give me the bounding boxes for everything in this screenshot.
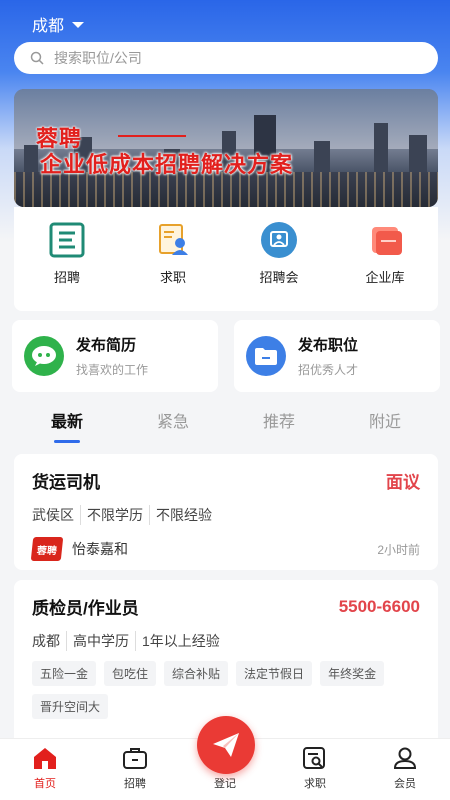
- job-requirements: 武侯区 不限学历 不限经验: [32, 505, 420, 525]
- search-input[interactable]: [54, 50, 438, 66]
- banner-headline: 企业低成本招聘解决方案: [40, 152, 294, 177]
- job-experience: 1年以上经验: [135, 631, 220, 651]
- tabbar-jobseek[interactable]: 求职: [270, 739, 360, 800]
- tabbar-label: 首页: [34, 778, 56, 790]
- job-education: 不限学历: [80, 505, 143, 525]
- tabbar-label: 招聘: [124, 778, 146, 790]
- quick-entry-jobseek[interactable]: 求职: [120, 207, 226, 311]
- tabbar-recruit[interactable]: 招聘: [90, 739, 180, 800]
- tabbar-label: 会员: [394, 778, 416, 790]
- city-label: 成都: [32, 18, 65, 35]
- search-bar[interactable]: [14, 42, 438, 74]
- job-location: 武侯区: [32, 507, 74, 523]
- chevron-down-icon: [72, 22, 85, 28]
- benefit-tag: 五险一金: [32, 661, 97, 686]
- job-salary: 面议: [386, 473, 420, 492]
- quick-entry-label: 企业库: [365, 270, 405, 285]
- paper-plane-icon: [213, 733, 239, 757]
- job-education: 高中学历: [66, 631, 129, 651]
- publish-resume-title: 发布简历: [76, 337, 137, 354]
- publish-resume-subtitle: 找喜欢的工作: [76, 363, 149, 377]
- tab-nearby[interactable]: 附近: [332, 404, 438, 444]
- briefcase-icon: [121, 745, 149, 771]
- quick-entry-job-fair[interactable]: 招聘会: [226, 207, 332, 311]
- folder-icon: [246, 336, 286, 376]
- promo-banner[interactable]: 蓉聘 企业低成本招聘解决方案: [14, 89, 438, 207]
- quick-entry-label: 招聘: [53, 270, 80, 285]
- job-experience: 不限经验: [149, 505, 212, 525]
- quick-entry-recruit[interactable]: 招聘: [14, 207, 120, 311]
- publish-resume-card[interactable]: 发布简历 找喜欢的工作: [12, 320, 218, 392]
- job-location: 成都: [32, 633, 60, 649]
- tab-recommended[interactable]: 推荐: [226, 404, 332, 444]
- job-requirements: 成都 高中学历 1年以上经验: [32, 631, 420, 651]
- user-icon: [391, 745, 419, 771]
- company-name: 怡泰嘉和: [72, 541, 128, 557]
- publish-job-card[interactable]: 发布职位 招优秀人才: [234, 320, 440, 392]
- benefit-tag: 综合补贴: [164, 661, 229, 686]
- search-resume-icon: [301, 745, 329, 771]
- banner-divider: [118, 135, 186, 137]
- post-time: 2小时前: [377, 542, 420, 557]
- publish-job-subtitle: 招优秀人才: [298, 363, 359, 377]
- job-card[interactable]: 货运司机 面议 武侯区 不限学历 不限经验 蓉聘 怡泰嘉和 2小时前: [14, 454, 438, 570]
- job-title: 质检员/作业员: [32, 599, 139, 618]
- feed-tabs: 最新 紧急 推荐 附近: [14, 404, 438, 444]
- company-library-icon: [366, 221, 404, 259]
- resume-icon: [154, 221, 192, 259]
- tab-latest[interactable]: 最新: [14, 404, 120, 444]
- tabbar-label: 求职: [304, 778, 326, 790]
- home-icon: [31, 745, 59, 771]
- benefit-tag: 晋升空间大: [32, 694, 109, 719]
- benefit-tags: 五险一金 包吃住 综合补贴 法定节假日 年终奖金 晋升空间大: [32, 661, 420, 719]
- quick-entry-panel: 招聘 求职 招聘会 企业库: [14, 207, 438, 311]
- chat-bubble-icon: [24, 336, 64, 376]
- city-selector[interactable]: 成都: [32, 12, 85, 36]
- recruit-icon: [48, 221, 86, 259]
- tab-urgent[interactable]: 紧急: [120, 404, 226, 444]
- benefit-tag: 法定节假日: [236, 661, 313, 686]
- job-title: 货运司机: [32, 473, 100, 492]
- register-fab-button[interactable]: [197, 716, 255, 774]
- job-fair-icon: [260, 221, 298, 259]
- job-salary: 5500-6600: [338, 596, 420, 616]
- search-icon: [30, 51, 44, 65]
- quick-entry-label: 招聘会: [259, 270, 299, 285]
- publish-job-title: 发布职位: [298, 337, 359, 354]
- tabbar-label: 登记: [214, 778, 236, 790]
- quick-entry-company-library[interactable]: 企业库: [332, 207, 438, 311]
- tabbar-home[interactable]: 首页: [0, 739, 90, 800]
- benefit-tag: 包吃住: [104, 661, 157, 686]
- company-logo: 蓉聘: [30, 537, 64, 561]
- quick-entry-label: 求职: [159, 270, 186, 285]
- benefit-tag: 年终奖金: [320, 661, 385, 686]
- tabbar-member[interactable]: 会员: [360, 739, 450, 800]
